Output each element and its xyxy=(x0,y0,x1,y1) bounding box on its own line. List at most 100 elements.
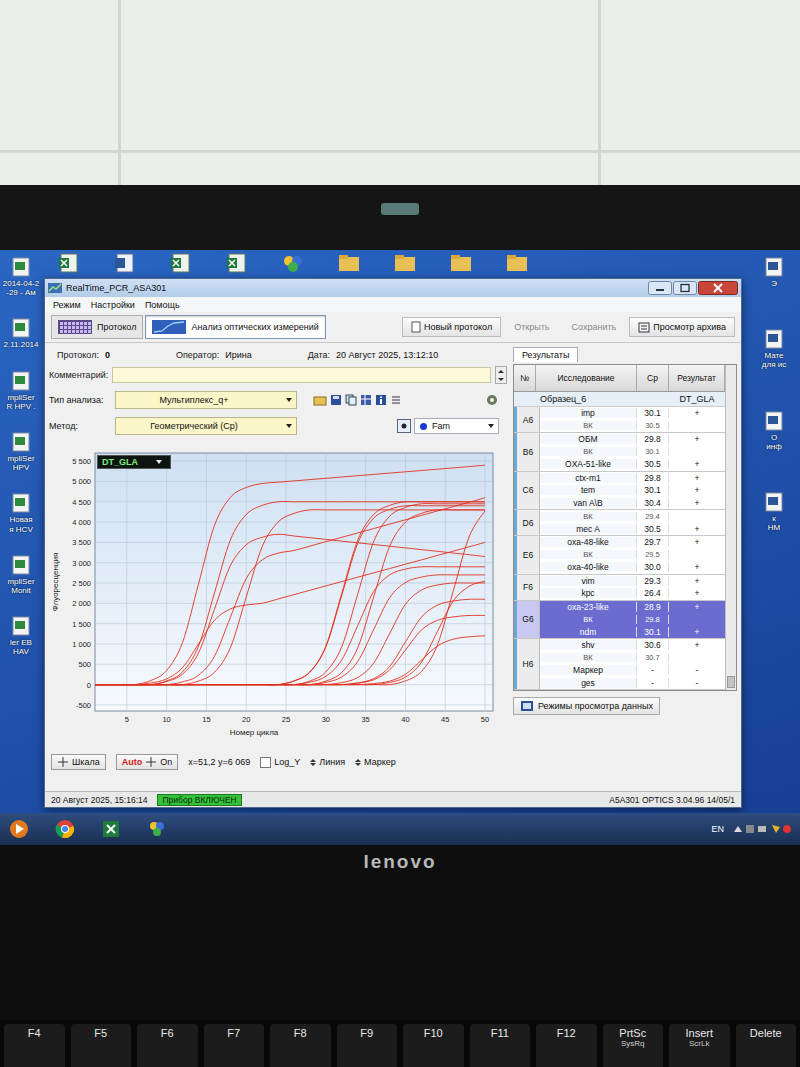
save-icon[interactable] xyxy=(330,394,342,406)
copy-icon[interactable] xyxy=(345,394,357,406)
scale-button[interactable]: Шкала xyxy=(51,754,106,770)
desktop-icon[interactable]: mpliSerMonit xyxy=(0,554,42,595)
list-icon[interactable] xyxy=(390,394,402,406)
keyboard-key[interactable]: F10 xyxy=(403,1024,464,1067)
desktop-icon[interactable]: Матедля ис xyxy=(762,328,786,369)
table-row[interactable]: ctx-m1 29.8 + xyxy=(540,472,725,485)
toolbar-button[interactable]: Новый протокол xyxy=(402,317,501,337)
maximize-icon[interactable] xyxy=(673,281,697,295)
menu-item[interactable]: Помощь xyxy=(145,300,180,310)
chrome-icon[interactable] xyxy=(54,818,76,840)
scroll-thumb[interactable] xyxy=(727,676,735,688)
close-icon[interactable] xyxy=(698,281,738,295)
title-bar[interactable]: RealTime_PCR_ASA301 xyxy=(45,279,741,297)
desktop-icon[interactable]: Оинф xyxy=(763,410,785,451)
info-icon[interactable] xyxy=(375,394,387,406)
folder-icon[interactable] xyxy=(448,252,474,274)
table-row[interactable]: imp 30.1 + xyxy=(540,407,725,420)
amplification-curve[interactable] xyxy=(95,510,485,685)
table-row[interactable]: ВК 30.7 xyxy=(540,652,725,665)
tray-icons[interactable] xyxy=(732,822,792,836)
keyboard-key[interactable]: F8 xyxy=(270,1024,331,1067)
column-header[interactable]: № xyxy=(514,365,536,391)
amplification-curve[interactable] xyxy=(95,636,485,685)
table-row[interactable]: tem 30.1 + xyxy=(540,484,725,497)
keyboard-key[interactable]: PrtSc SysRq xyxy=(603,1024,664,1067)
column-header[interactable]: Исследование xyxy=(536,365,637,391)
desktop-icon[interactable]: mpliSerR HPV . xyxy=(0,370,42,411)
analysis-type-dropdown[interactable]: Мультиплекс_q+ xyxy=(115,391,297,409)
media-player-icon[interactable] xyxy=(8,818,30,840)
desktop-icon[interactable]: 2.11.2014 xyxy=(0,317,42,349)
table-row[interactable]: shv 30.6 + xyxy=(540,639,725,652)
sample-row[interactable]: Образец_6 DT_GLA xyxy=(514,392,725,407)
chart-canvas[interactable]: 5 5005 0004 5004 0003 5003 0002 5002 000… xyxy=(49,443,499,749)
keyboard-key[interactable]: F4 xyxy=(4,1024,65,1067)
scrollbar[interactable] xyxy=(725,365,736,690)
amplification-curve[interactable] xyxy=(95,567,485,685)
table-icon[interactable] xyxy=(360,394,372,406)
amplification-curve[interactable] xyxy=(95,511,485,685)
amplification-curve[interactable] xyxy=(95,498,485,685)
results-tab[interactable]: Результаты xyxy=(513,347,578,362)
comment-scroll[interactable] xyxy=(495,366,507,384)
table-row[interactable]: van A\B 30.4 + xyxy=(540,497,725,510)
desktop-icon[interactable]: 2014-04-2-29 - Ам xyxy=(0,256,42,297)
table-row[interactable]: mec A 30.5 + xyxy=(540,523,725,536)
keyboard-key[interactable]: F6 xyxy=(137,1024,198,1067)
table-row[interactable]: kpc 26.4 + xyxy=(540,587,725,600)
menu-item[interactable]: Режим xyxy=(53,300,81,310)
amplification-curve[interactable] xyxy=(95,506,485,685)
well-group[interactable]: D6 ВК 29.4 mec A 30.5 + xyxy=(514,510,725,536)
amplification-curve[interactable] xyxy=(95,504,485,685)
desktop-icon[interactable]: кНМ xyxy=(763,491,785,532)
line-control[interactable]: Линия xyxy=(310,757,345,767)
column-header[interactable]: Cp xyxy=(637,365,669,391)
desktop-icon[interactable]: Новаяя HCV xyxy=(0,492,42,533)
keyboard-key[interactable]: F7 xyxy=(204,1024,265,1067)
table-row[interactable]: ВК 30.5 xyxy=(540,420,725,433)
comment-field[interactable] xyxy=(112,367,491,383)
channel-dropdown[interactable]: Fam xyxy=(414,418,499,434)
view-modes-button[interactable]: Режимы просмотра данных xyxy=(513,697,660,715)
table-row[interactable]: Маркер - - xyxy=(540,664,725,677)
word-icon[interactable] xyxy=(112,252,138,274)
amplification-curve[interactable] xyxy=(95,501,485,684)
test-dropdown[interactable]: DT_GLA xyxy=(97,455,171,469)
well-group[interactable]: A6 imp 30.1 +ВК 30.5 xyxy=(514,407,725,433)
well-group[interactable]: B6 ОБМ 29.8 +ВК 30.1 OXA-51-like 30.5 + xyxy=(514,433,725,472)
app-icon[interactable] xyxy=(280,252,306,274)
table-row[interactable]: ndm 30.1 + xyxy=(540,626,725,639)
well-group[interactable]: H6 shv 30.6 +ВК 30.7 Маркер - -ges - - xyxy=(514,639,725,690)
amplification-curve[interactable] xyxy=(95,534,485,685)
toolbar-button[interactable]: Открыть xyxy=(505,317,558,337)
desktop-icon[interactable]: Э xyxy=(763,256,785,288)
mode-tab[interactable]: Анализ оптических измерений xyxy=(145,315,325,339)
method-dropdown[interactable]: Геометрический (Cp) xyxy=(115,417,297,435)
table-row[interactable]: oxa-23-like 28.9 + xyxy=(540,601,725,614)
folder-icon[interactable] xyxy=(336,252,362,274)
settings-icon[interactable] xyxy=(485,393,499,407)
keyboard-key[interactable]: F5 xyxy=(71,1024,132,1067)
marker-control[interactable]: Маркер xyxy=(355,757,396,767)
table-row[interactable]: ВК 29.4 xyxy=(540,510,725,523)
amplification-curve[interactable] xyxy=(95,575,485,685)
keyboard-key[interactable]: Insert ScrLk xyxy=(669,1024,730,1067)
well-group[interactable]: F6 vim 29.3 +kpc 26.4 + xyxy=(514,575,725,601)
open-folder-icon[interactable] xyxy=(313,394,327,406)
table-row[interactable]: ВК 30.1 xyxy=(540,446,725,459)
table-row[interactable]: ОБМ 29.8 + xyxy=(540,433,725,446)
folder-icon[interactable] xyxy=(504,252,530,274)
well-group[interactable]: G6 oxa-23-like 28.9 +ВК 29.8 ndm 30.1 + xyxy=(514,601,725,640)
toolbar-button[interactable]: Сохранить xyxy=(563,317,626,337)
well-group[interactable]: E6 oxa-48-like 29.7 +ВК 29.5 oxa-40-like… xyxy=(514,536,725,575)
amplification-curve[interactable] xyxy=(95,501,485,684)
excel-icon[interactable] xyxy=(224,252,250,274)
minimize-icon[interactable] xyxy=(648,281,672,295)
language-indicator[interactable]: EN xyxy=(711,824,724,834)
table-row[interactable]: OXA-51-like 30.5 + xyxy=(540,458,725,471)
table-row[interactable]: oxa-48-like 29.7 + xyxy=(540,536,725,549)
keyboard-key[interactable]: Delete xyxy=(736,1024,797,1067)
amplification-curve[interactable] xyxy=(95,581,485,685)
table-row[interactable]: vim 29.3 + xyxy=(540,575,725,588)
